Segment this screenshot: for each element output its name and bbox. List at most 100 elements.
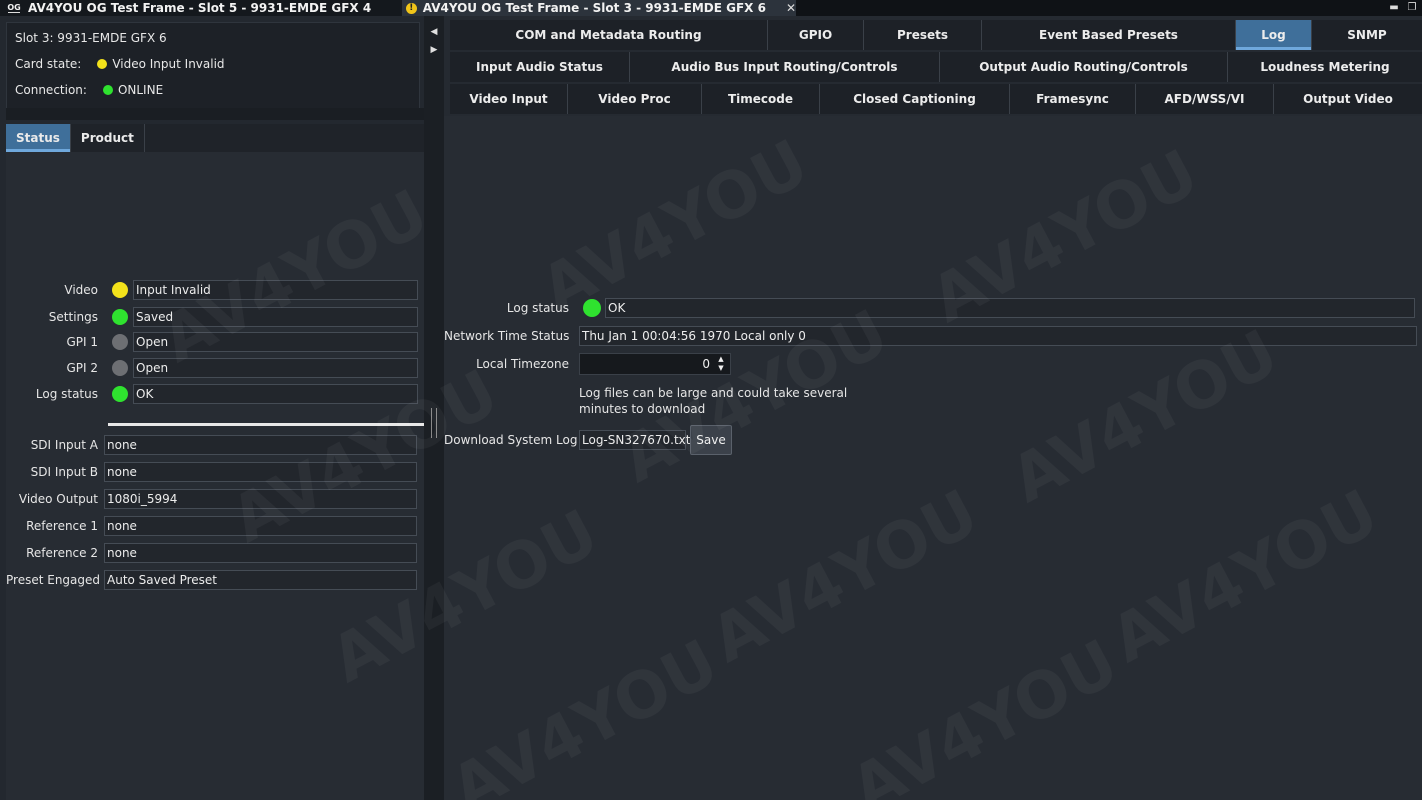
window-tab-slot3[interactable]: ! AV4YOU OG Test Frame - Slot 3 - 9931-E… <box>402 0 796 16</box>
tab-output-video[interactable]: Output Video <box>1274 84 1422 114</box>
field-value: 1080i_5994 <box>104 489 417 509</box>
status-value: Open <box>133 332 418 352</box>
field-value: none <box>104 543 417 563</box>
connection-value: ONLINE <box>117 83 164 97</box>
status-value: Input Invalid <box>133 280 418 300</box>
field-label: Video Output <box>18 492 98 506</box>
status-label: Log status <box>35 387 98 401</box>
save-button[interactable]: Save <box>690 425 732 455</box>
field-value: none <box>104 462 417 482</box>
card-state-value: Video Input Invalid <box>112 57 225 71</box>
tab-input-audio-status[interactable]: Input Audio Status <box>450 52 630 82</box>
card-state-label: Card state: <box>15 57 82 71</box>
tab-video-proc[interactable]: Video Proc <box>568 84 702 114</box>
restore-icon[interactable]: ❐ <box>1404 0 1420 16</box>
close-icon[interactable]: ✕ <box>786 1 796 15</box>
network-time-label: Network Time Status <box>444 329 570 343</box>
connection-row: Connection: ONLINE <box>15 83 163 97</box>
field-value: none <box>104 435 417 455</box>
tab-framesync[interactable]: Framesync <box>1010 84 1136 114</box>
tab-status[interactable]: Status <box>6 124 71 152</box>
slot-title: Slot 3: 9931-EMDE GFX 6 <box>15 31 167 45</box>
tab-snmp[interactable]: SNMP <box>1312 20 1422 50</box>
status-row-settings: Settings Saved <box>6 307 424 327</box>
warning-icon: ! <box>406 2 417 14</box>
left-panel: Slot 3: 9931-EMDE GFX 6 Card state: Vide… <box>0 16 424 800</box>
download-filename-field[interactable]: Log-SN327670.txt <box>579 430 691 450</box>
field-value: none <box>104 516 417 536</box>
download-note: Log files can be large and could take se… <box>579 385 847 417</box>
status-label: GPI 1 <box>66 335 98 349</box>
field-value: Auto Saved Preset <box>104 570 417 590</box>
download-label: Download System Log <box>444 433 578 447</box>
window-tab-slot5[interactable]: OG AV4YOU OG Test Frame - Slot 5 - 9931-… <box>0 0 402 16</box>
log-status-led-icon <box>583 299 601 317</box>
window-tab-bar: OG AV4YOU OG Test Frame - Slot 5 - 9931-… <box>0 0 1422 16</box>
status-value: OK <box>133 384 418 404</box>
status-value: Saved <box>133 307 418 327</box>
divider <box>6 108 424 120</box>
expand-right-icon[interactable]: ▶ <box>426 42 442 58</box>
log-content-panel: Log status OK Network Time Status Thu Ja… <box>444 116 1422 800</box>
tab-gpio[interactable]: GPIO <box>768 20 864 50</box>
network-time-row: Network Time Status Thu Jan 1 00:04:56 1… <box>444 326 1417 346</box>
status-row-gpi2: GPI 2 Open <box>6 358 424 378</box>
field-row-video-output: Video Output 1080i_5994 <box>6 489 424 509</box>
window-tab-title: AV4YOU OG Test Frame - Slot 3 - 9931-EMD… <box>422 1 766 15</box>
tab-output-audio-routing[interactable]: Output Audio Routing/Controls <box>940 52 1228 82</box>
tab-closed-captioning[interactable]: Closed Captioning <box>820 84 1010 114</box>
log-status-value: OK <box>605 298 1415 318</box>
panel-splitter[interactable]: ◀ ▶ <box>424 16 444 800</box>
tab-presets[interactable]: Presets <box>864 20 982 50</box>
splitter-grip-icon[interactable] <box>431 408 437 438</box>
tab-afd-wss-vi[interactable]: AFD/WSS/VI <box>1136 84 1274 114</box>
tab-row-1: COM and Metadata Routing GPIO Presets Ev… <box>450 20 1422 50</box>
timezone-row: Local Timezone 0 ▲ ▼ <box>444 353 731 375</box>
status-panel: Video Input Invalid Settings Saved GPI 1… <box>6 152 424 800</box>
tab-timecode[interactable]: Timecode <box>702 84 820 114</box>
slot-info-box: Slot 3: 9931-EMDE GFX 6 Card state: Vide… <box>6 22 420 112</box>
connection-label: Connection: <box>15 83 87 97</box>
status-row-log: Log status OK <box>6 384 424 404</box>
status-row-gpi1: GPI 1 Open <box>6 332 424 352</box>
status-led-icon <box>112 309 128 325</box>
status-led-icon <box>112 282 128 298</box>
spinner-arrows-icon[interactable]: ▲ ▼ <box>714 355 728 373</box>
app-window: OG AV4YOU OG Test Frame - Slot 5 - 9931-… <box>0 0 1422 800</box>
field-row-preset-engaged: Preset Engaged Auto Saved Preset <box>6 570 424 590</box>
download-row: Download System Log Log-SN327670.txt Sav… <box>444 425 732 455</box>
collapse-left-icon[interactable]: ◀ <box>426 24 442 40</box>
tab-loudness-metering[interactable]: Loudness Metering <box>1228 52 1422 82</box>
right-panel: COM and Metadata Routing GPIO Presets Ev… <box>444 16 1422 800</box>
tab-event-based-presets[interactable]: Event Based Presets <box>982 20 1236 50</box>
minimize-icon[interactable]: ▬ <box>1386 0 1402 16</box>
tab-video-input[interactable]: Video Input <box>450 84 568 114</box>
tab-row-3: Video Input Video Proc Timecode Closed C… <box>450 84 1422 114</box>
status-led-icon <box>112 360 128 376</box>
timezone-label: Local Timezone <box>476 357 569 371</box>
tab-row-2: Input Audio Status Audio Bus Input Routi… <box>450 52 1422 82</box>
log-status-row: Log status OK <box>444 298 1415 318</box>
field-row-reference-1: Reference 1 none <box>6 516 424 536</box>
tab-log[interactable]: Log <box>1236 20 1312 50</box>
status-label: Video <box>64 283 98 297</box>
status-row-video: Video Input Invalid <box>6 280 424 300</box>
field-label: Preset Engaged <box>6 573 101 587</box>
card-state-row: Card state: Video Input Invalid <box>15 57 225 71</box>
timezone-spinner[interactable]: 0 ▲ ▼ <box>579 353 731 375</box>
status-label: Settings <box>48 310 98 324</box>
tab-com-metadata-routing[interactable]: COM and Metadata Routing <box>450 20 768 50</box>
field-label: Reference 1 <box>26 519 98 533</box>
field-label: SDI Input B <box>30 465 98 479</box>
tab-audio-bus-input-routing[interactable]: Audio Bus Input Routing/Controls <box>630 52 940 82</box>
window-tab-title: AV4YOU OG Test Frame - Slot 5 - 9931-EMD… <box>28 1 372 15</box>
timezone-value: 0 <box>702 357 710 371</box>
status-led-icon <box>112 386 128 402</box>
tab-product[interactable]: Product <box>71 124 145 152</box>
separator-line <box>108 423 424 426</box>
field-label: Reference 2 <box>26 546 98 560</box>
field-row-sdi-a: SDI Input A none <box>6 435 424 455</box>
field-label: SDI Input A <box>30 438 98 452</box>
note-line: minutes to download <box>579 402 706 416</box>
field-row-reference-2: Reference 2 none <box>6 543 424 563</box>
